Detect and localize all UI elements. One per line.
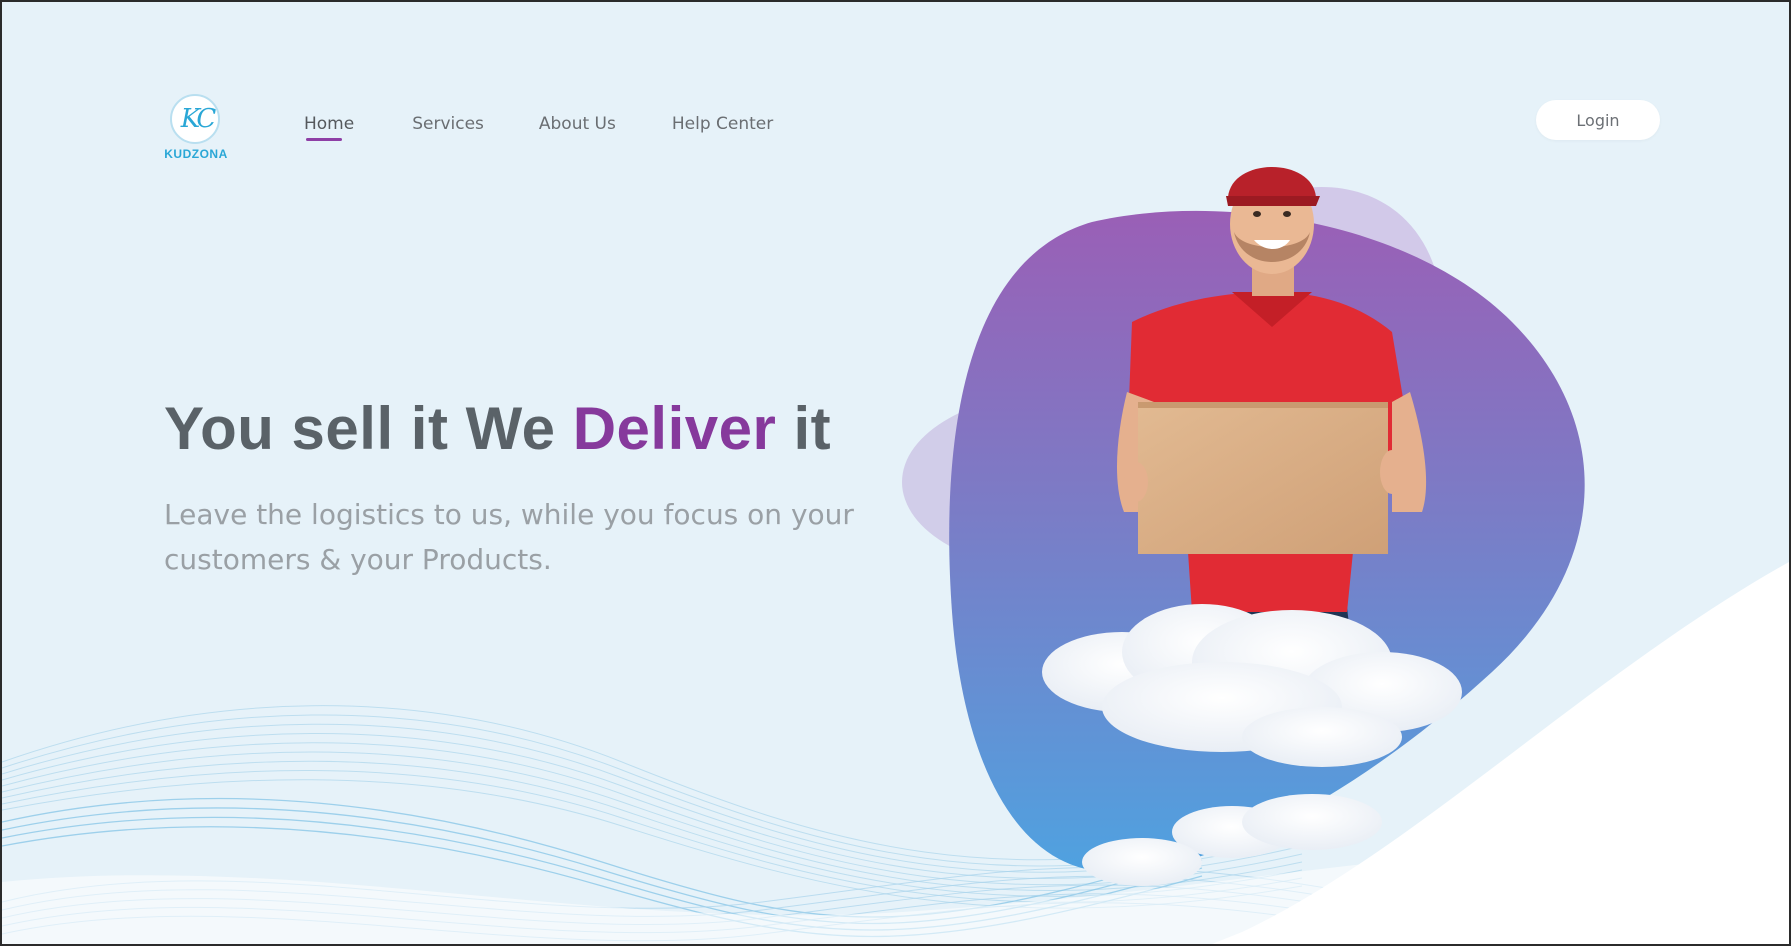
main-nav: Home Services About Us Help Center — [304, 114, 773, 141]
nav-home-label: Home — [304, 114, 355, 134]
nav-help-center[interactable]: Help Center — [672, 114, 773, 134]
nav-active-indicator — [306, 138, 342, 141]
nav-services[interactable]: Services — [412, 114, 484, 134]
hero-headline: You sell it We Deliver it — [164, 394, 831, 463]
logo-wordmark: KUDZONA — [164, 147, 228, 161]
landing-page: KC KUDZONA Home Services About Us Help C… — [2, 2, 1789, 944]
hero-illustration — [902, 167, 1789, 944]
cardboard-box — [1124, 402, 1404, 554]
nav-about-us[interactable]: About Us — [539, 114, 616, 134]
hero-subheading: Leave the logistics to us, while you foc… — [164, 498, 854, 576]
headline-part1: You sell it We — [164, 395, 573, 462]
headline-part2: it — [776, 395, 832, 462]
nav-help-label: Help Center — [671, 114, 774, 134]
login-button[interactable]: Login — [1536, 100, 1660, 140]
headline-accent: Deliver — [572, 395, 777, 462]
logo-mark: KC — [180, 104, 217, 134]
brand-logo[interactable]: KC KUDZONA — [160, 94, 232, 166]
nav-services-label: Services — [412, 114, 484, 134]
nav-home[interactable]: Home — [304, 114, 355, 141]
nav-about-label: About Us — [538, 114, 616, 134]
logo-circle: KC — [170, 94, 220, 144]
